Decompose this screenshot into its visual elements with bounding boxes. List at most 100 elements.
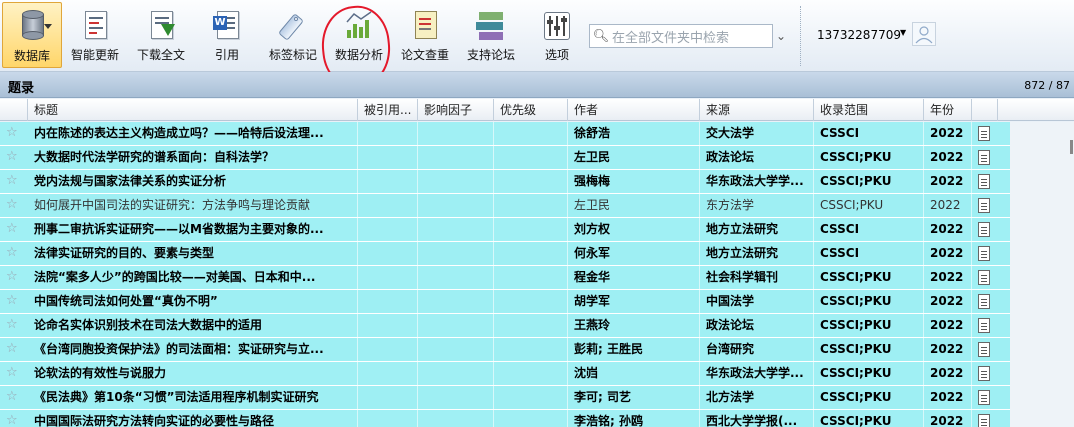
cell-cited <box>358 194 418 217</box>
favorite-star-icon[interactable]: ☆ <box>6 149 18 164</box>
attachment-file-icon[interactable] <box>978 270 990 285</box>
cell-year: 2022 <box>924 266 972 289</box>
attachment-file-icon[interactable] <box>978 222 990 237</box>
cell-scope: CSSCI;PKU <box>814 314 924 337</box>
smart-update-button[interactable]: 智能更新 <box>66 2 124 68</box>
table-row[interactable]: ☆ 中国国际法研究方法转向实证的必要性与路径 李浩铭; 孙鸥 西北大学学报(... CS… <box>0 410 1010 427</box>
cell-source: 交大法学 <box>700 122 814 145</box>
cell-cited <box>358 170 418 193</box>
attachment-file-icon[interactable] <box>978 318 990 333</box>
favorite-star-icon[interactable]: ☆ <box>6 221 18 236</box>
cell-impact-factor <box>418 266 494 289</box>
table-row[interactable]: ☆ 如何展开中国司法的实证研究：方法争鸣与理论贡献 左卫民 东方法学 CSSCI;PKU… <box>0 194 1010 218</box>
attachment-file-icon[interactable] <box>978 150 990 165</box>
attachment-file-icon[interactable] <box>978 174 990 189</box>
search-dropdown-icon[interactable]: ⌄ <box>776 29 786 43</box>
col-author[interactable]: 作者 <box>568 99 700 121</box>
options-icon <box>539 8 575 44</box>
attachment-file-icon[interactable] <box>978 342 990 357</box>
favorite-star-icon[interactable]: ☆ <box>6 269 18 284</box>
attachment-file-icon[interactable] <box>978 414 990 427</box>
database-button[interactable]: 数据库 <box>2 2 62 68</box>
options-button[interactable]: 选项 <box>536 2 578 68</box>
cell-cited <box>358 290 418 313</box>
cell-priority <box>494 314 568 337</box>
table-row[interactable]: ☆ 大数据时代法学研究的谱系面向：自科法学？ 左卫民 政法论坛 CSSCI;PKU 202… <box>0 146 1010 170</box>
table-row[interactable]: ☆ 刑事二审抗诉实证研究——以M省数据为主要对象的... 刘方权 地方立法研究 CSSC… <box>0 218 1010 242</box>
col-impact-factor[interactable]: 影响因子 <box>418 99 494 121</box>
cell-author: 李可; 司艺 <box>568 386 700 409</box>
cell-author: 彭莉; 王胜民 <box>568 338 700 361</box>
cite-button[interactable]: W 引用 <box>204 2 250 68</box>
cell-priority <box>494 170 568 193</box>
cell-impact-factor <box>418 242 494 265</box>
cell-impact-factor <box>418 410 494 427</box>
scrollbar-marker[interactable] <box>1070 140 1073 154</box>
col-year[interactable]: 年份 <box>924 99 972 121</box>
cell-title: 论软法的有效性与说服力 <box>28 362 358 385</box>
forum-button[interactable]: 支持论坛 <box>462 2 520 68</box>
favorite-star-icon[interactable]: ☆ <box>6 413 18 427</box>
table-row[interactable]: ☆ 法院“案多人少”的跨国比较——对美国、日本和中... 程金华 社会科学辑刊 CSSC… <box>0 266 1010 290</box>
favorite-star-icon[interactable]: ☆ <box>6 197 18 212</box>
favorite-star-icon[interactable]: ☆ <box>6 245 18 260</box>
avatar[interactable] <box>912 22 936 46</box>
col-attachment[interactable] <box>972 99 998 121</box>
cell-scope: CSSCI;PKU <box>814 170 924 193</box>
plagiarism-check-button[interactable]: 论文查重 <box>396 2 454 68</box>
col-cited[interactable]: 被引用... <box>358 99 418 121</box>
attachment-file-icon[interactable] <box>978 366 990 381</box>
cell-priority <box>494 266 568 289</box>
cell-impact-factor <box>418 218 494 241</box>
search-input[interactable]: 在全部文件夹中检索 <box>612 27 729 46</box>
favorite-star-icon[interactable]: ☆ <box>6 173 18 188</box>
attachment-file-icon[interactable] <box>978 246 990 261</box>
record-count: 872 / 87 <box>1024 79 1070 92</box>
table-row[interactable]: ☆ 论命名实体识别技术在司法大数据中的适用 王燕玲 政法论坛 CSSCI;PKU 2022 <box>0 314 1010 338</box>
cell-year: 2022 <box>924 146 972 169</box>
table-row[interactable]: ☆ 《民法典》第10条“习惯”司法适用程序机制实证研究 李可; 司艺 北方法学 CSSC… <box>0 386 1010 410</box>
database-label: 数据库 <box>13 49 50 63</box>
cell-priority <box>494 242 568 265</box>
cell-title: 法律实证研究的目的、要素与类型 <box>28 242 358 265</box>
attachment-file-icon[interactable] <box>978 294 990 309</box>
cell-source: 东方法学 <box>700 194 814 217</box>
toolbar-separator <box>800 6 801 66</box>
favorite-star-icon[interactable]: ☆ <box>6 317 18 332</box>
toolbar: 数据库 智能更新 下载全文 W 引用 标签标记 数据分析 论文查重 支持论坛 选… <box>0 0 1074 92</box>
user-dropdown-icon[interactable]: ▼ <box>900 28 906 37</box>
search-box[interactable]: 🔍︎ 在全部文件夹中检索 <box>589 24 773 48</box>
table-row[interactable]: ☆ 党内法规与国家法律关系的实证分析 强梅梅 华东政法大学学... CSSCI;PKU 2… <box>0 170 1010 194</box>
col-priority[interactable]: 优先级 <box>494 99 568 121</box>
forum-label: 支持论坛 <box>466 48 515 62</box>
attachment-file-icon[interactable] <box>978 198 990 213</box>
col-source[interactable]: 来源 <box>700 99 814 121</box>
user-account[interactable]: 13732287709 <box>817 28 901 42</box>
cell-source: 北方法学 <box>700 386 814 409</box>
col-star[interactable] <box>0 99 28 121</box>
cell-impact-factor <box>418 194 494 217</box>
table-row[interactable]: ☆ 论软法的有效性与说服力 沈岿 华东政法大学学... CSSCI;PKU 2022 <box>0 362 1010 386</box>
table-row[interactable]: ☆ 法律实证研究的目的、要素与类型 何永军 地方立法研究 CSSCI 2022 <box>0 242 1010 266</box>
favorite-star-icon[interactable]: ☆ <box>6 341 18 356</box>
cell-source: 华东政法大学学... <box>700 170 814 193</box>
cell-priority <box>494 410 568 427</box>
cell-title: 中国国际法研究方法转向实证的必要性与路径 <box>28 410 358 427</box>
cell-scope: CSSCI;PKU <box>814 290 924 313</box>
cell-priority <box>494 290 568 313</box>
favorite-star-icon[interactable]: ☆ <box>6 125 18 140</box>
col-title[interactable]: 标题 <box>28 99 358 121</box>
cell-cited <box>358 338 418 361</box>
table-row[interactable]: ☆ 《台湾同胞投资保护法》的司法面相：实证研究与立... 彭莉; 王胜民 台湾研究 CS… <box>0 338 1010 362</box>
table-row[interactable]: ☆ 中国传统司法如何处置“真伪不明” 胡学军 中国法学 CSSCI;PKU 2022 <box>0 290 1010 314</box>
download-fulltext-button[interactable]: 下载全文 <box>132 2 190 68</box>
col-scope[interactable]: 收录范围 <box>814 99 924 121</box>
favorite-star-icon[interactable]: ☆ <box>6 389 18 404</box>
attachment-file-icon[interactable] <box>978 390 990 405</box>
favorite-star-icon[interactable]: ☆ <box>6 293 18 308</box>
favorite-star-icon[interactable]: ☆ <box>6 365 18 380</box>
tag-button[interactable]: 标签标记 <box>264 2 322 68</box>
table-row[interactable]: ☆ 内在陈述的表达主义构造成立吗？——哈特后设法理... 徐舒浩 交大法学 CSSCI 2… <box>0 122 1010 146</box>
cell-scope: CSSCI;PKU <box>814 194 924 217</box>
attachment-file-icon[interactable] <box>978 126 990 141</box>
